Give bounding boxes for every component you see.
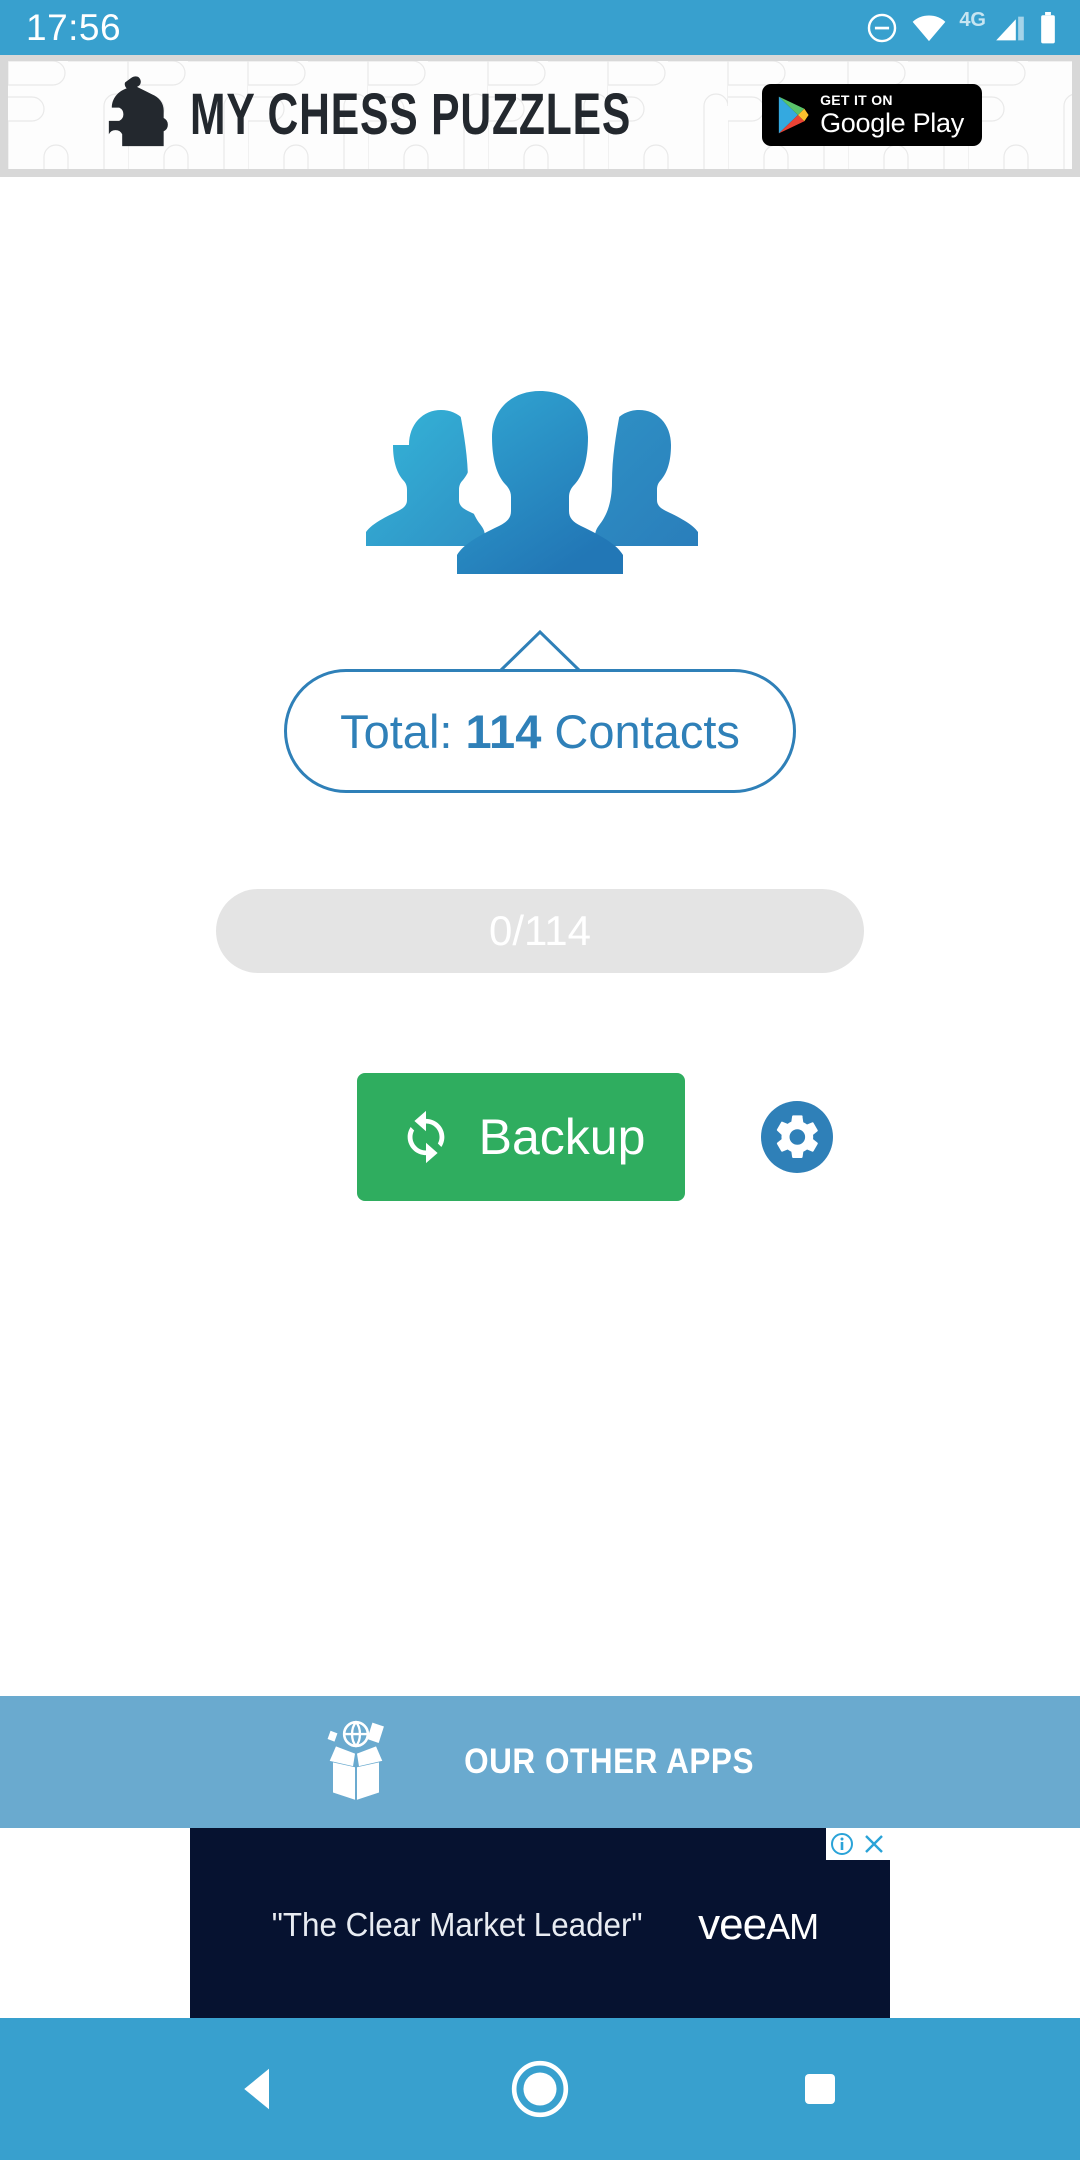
- nav-recents-button[interactable]: [775, 2044, 865, 2134]
- info-icon: [831, 1833, 853, 1855]
- phone-screen: 17:56 4G MY CHESS PUZZLES GET IT ON Goog…: [0, 0, 1080, 2160]
- back-triangle-icon: [244, 2068, 269, 2110]
- total-count: 114: [465, 704, 542, 758]
- bubble-pointer-icon: [497, 629, 583, 673]
- do-not-disturb-icon: [865, 11, 899, 45]
- android-navigation-bar: [0, 2018, 1080, 2160]
- status-icon-tray: 4G: [865, 9, 1058, 46]
- open-box-icon: [327, 1720, 384, 1800]
- recents-square-icon: [805, 2074, 835, 2104]
- total-contacts-text: Total: 114 Contacts: [340, 704, 740, 759]
- status-bar: 17:56 4G: [0, 0, 1080, 55]
- gplay-big-text: Google Play: [820, 108, 964, 138]
- battery-icon: [1038, 11, 1058, 44]
- people-group-icon: [366, 391, 698, 603]
- ad-close-button[interactable]: [858, 1828, 890, 1860]
- home-circle-icon: [511, 2060, 569, 2118]
- veeam-ad[interactable]: "The Clear Market Leader" veeAM: [190, 1828, 890, 2018]
- veeam-logo: veeAM: [698, 1900, 819, 1950]
- chess-app-name: MY CHESS PUZZLES: [190, 82, 632, 148]
- chess-knight-puzzle-icon: [108, 76, 168, 147]
- ad-badge-group: [826, 1828, 890, 1860]
- bottom-ad-area: "The Clear Market Leader" veeAM: [0, 1828, 1080, 2018]
- google-play-icon: [778, 96, 809, 134]
- action-row: Backup: [247, 1073, 833, 1201]
- total-prefix: Total:: [340, 704, 453, 758]
- nav-home-button[interactable]: [495, 2044, 585, 2134]
- cellular-signal-icon: [994, 13, 1026, 43]
- status-clock: 17:56: [26, 7, 122, 48]
- network-type-label: 4G: [959, 9, 986, 31]
- our-other-apps-label: OUR OTHER APPS: [464, 1742, 754, 1781]
- google-play-badge[interactable]: GET IT ON Google Play: [762, 84, 982, 146]
- gplay-small-text: GET IT ON: [820, 92, 893, 108]
- wifi-icon: [911, 13, 947, 43]
- sync-icon: [407, 1110, 444, 1164]
- settings-button[interactable]: [761, 1101, 833, 1173]
- backup-button[interactable]: Backup: [357, 1073, 685, 1201]
- backup-progress-label: 0/114: [489, 907, 591, 954]
- main-content: Total: 114 Contacts 0/114 Backup: [0, 177, 1080, 1696]
- chess-brand: MY CHESS PUZZLES: [98, 75, 728, 155]
- veeam-logo-suffix: AM: [766, 1906, 819, 1947]
- our-other-apps-banner[interactable]: OUR OTHER APPS: [0, 1696, 1080, 1828]
- top-ad-container[interactable]: MY CHESS PUZZLES GET IT ON Google Play: [0, 55, 1080, 177]
- backup-button-label: Backup: [478, 1109, 646, 1165]
- ad-headline: "The Clear Market Leader": [271, 1906, 643, 1943]
- total-contacts-bubble-wrap: Total: 114 Contacts: [284, 629, 796, 793]
- backup-progress-bar: 0/114: [216, 889, 864, 973]
- total-suffix: Contacts: [554, 704, 740, 758]
- veeam-logo-main: vee: [698, 1900, 767, 1949]
- total-contacts-bubble: Total: 114 Contacts: [284, 669, 796, 793]
- gear-icon: [776, 1115, 818, 1159]
- chess-puzzles-ad[interactable]: MY CHESS PUZZLES GET IT ON Google Play: [8, 61, 1072, 169]
- ad-info-button[interactable]: [826, 1828, 858, 1860]
- close-icon: [865, 1835, 883, 1853]
- nav-back-button[interactable]: [215, 2044, 305, 2134]
